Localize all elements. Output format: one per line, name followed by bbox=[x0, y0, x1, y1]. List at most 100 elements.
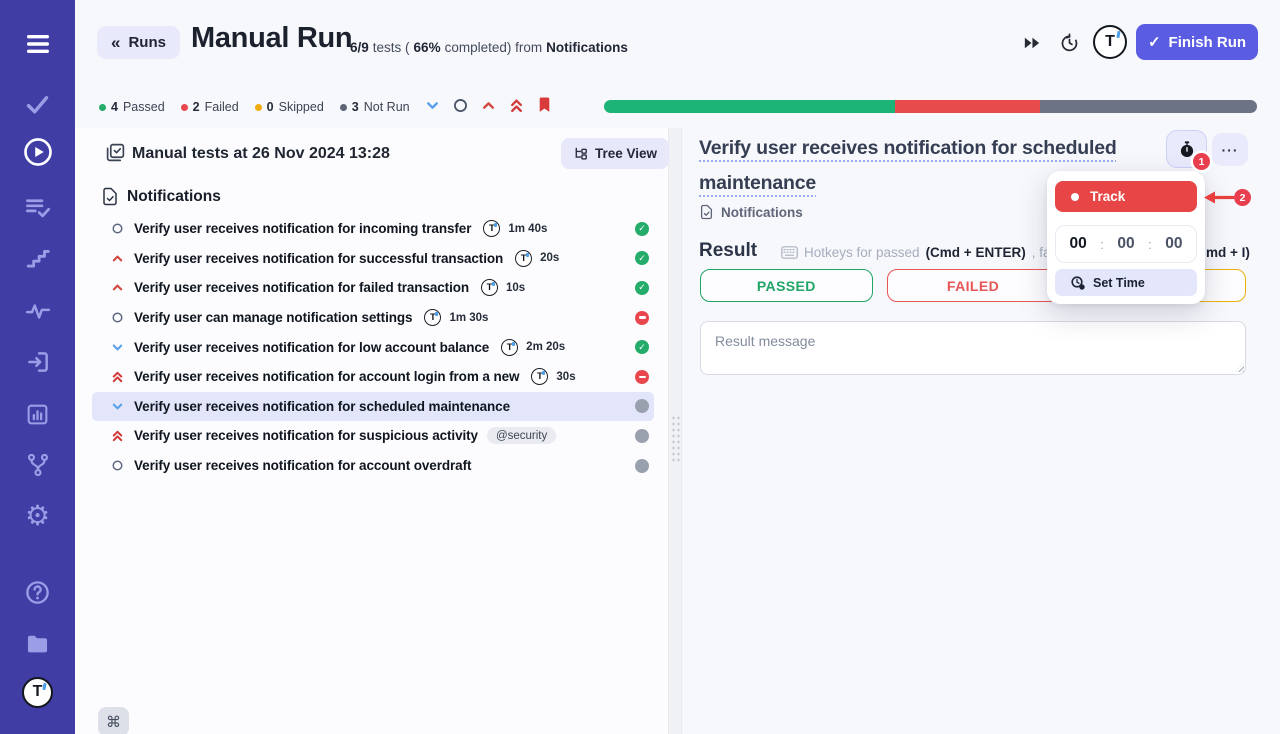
status-badge-notrun bbox=[635, 399, 649, 413]
result-message-input[interactable] bbox=[700, 321, 1246, 375]
status-badge-passed bbox=[635, 281, 649, 295]
test-row[interactable]: Verify user can manage notification sett… bbox=[92, 303, 654, 333]
sidebar-branch-icon[interactable] bbox=[0, 449, 75, 481]
sidebar-bar-chart-icon[interactable] bbox=[0, 398, 75, 430]
back-to-runs-button[interactable]: « Runs bbox=[97, 26, 180, 59]
test-title: Verify user receives notification for sc… bbox=[134, 399, 510, 414]
sidebar-menu-icon[interactable] bbox=[0, 28, 75, 60]
source-suite: Notifications bbox=[546, 40, 628, 55]
annotation-badge-2: 2 bbox=[1234, 189, 1251, 206]
filter-double-chevron-up-icon[interactable] bbox=[508, 97, 524, 113]
filter-circle-icon[interactable] bbox=[452, 97, 468, 113]
minutes-input[interactable]: 00 bbox=[1117, 235, 1134, 253]
testomat-logo-icon: T bbox=[515, 250, 532, 267]
test-row[interactable]: Verify user receives notification for su… bbox=[92, 244, 654, 274]
command-key-button[interactable]: ⌘ bbox=[98, 707, 129, 734]
test-title: Verify user receives notification for su… bbox=[134, 428, 478, 443]
keyboard-icon bbox=[781, 246, 798, 259]
status-dot-icon bbox=[255, 104, 262, 111]
status-dot-icon bbox=[181, 104, 188, 111]
hours-input[interactable]: 00 bbox=[1070, 235, 1087, 253]
test-row[interactable]: Verify user receives notification for in… bbox=[92, 214, 654, 244]
file-check-icon bbox=[102, 187, 118, 211]
summary-item: 4Passed bbox=[99, 100, 165, 114]
test-row[interactable]: Verify user receives notification for ac… bbox=[92, 362, 654, 392]
test-title: Verify user receives notification for fa… bbox=[134, 280, 469, 295]
test-title: Verify user receives notification for in… bbox=[134, 221, 471, 236]
finish-run-button[interactable]: ✓ Finish Run bbox=[1136, 24, 1258, 60]
hotkeys-hint-tail: md + I) bbox=[1206, 245, 1250, 260]
test-duration: 2m 20s bbox=[526, 341, 565, 353]
record-dot-icon bbox=[1071, 193, 1079, 201]
priority-filters bbox=[424, 97, 552, 113]
result-heading: Result bbox=[699, 240, 757, 262]
sidebar-gear-icon[interactable]: ⚙ bbox=[0, 500, 75, 532]
priority-critical-icon bbox=[110, 429, 124, 443]
progress-segment-passed bbox=[604, 100, 895, 113]
testomat-logo-icon: T bbox=[483, 220, 500, 237]
track-button[interactable]: Track bbox=[1055, 181, 1197, 212]
filter-bookmark-icon[interactable] bbox=[536, 97, 552, 113]
test-duration: 1m 40s bbox=[508, 223, 547, 235]
test-title: Verify user receives notification for su… bbox=[134, 251, 503, 266]
tests-count: 6/9 bbox=[350, 40, 369, 55]
test-duration: 10s bbox=[506, 282, 525, 294]
status-badge-notrun bbox=[635, 459, 649, 473]
panel-splitter[interactable] bbox=[668, 128, 682, 734]
testomat-logo-icon: T bbox=[531, 368, 548, 385]
filter-chevron-up-icon[interactable] bbox=[480, 97, 496, 113]
sidebar-steps-icon[interactable] bbox=[0, 243, 75, 275]
suite-group-label: Notifications bbox=[127, 188, 221, 206]
tree-view-button[interactable]: Tree View bbox=[561, 138, 669, 169]
fast-forward-icon[interactable] bbox=[1017, 29, 1045, 57]
status-badge-failed bbox=[635, 311, 649, 325]
annotation-badge-1: 1 bbox=[1193, 153, 1210, 170]
sidebar-check-icon[interactable] bbox=[0, 88, 75, 120]
summary-item: 0Skipped bbox=[255, 100, 324, 114]
annotation-arrow-icon bbox=[1204, 190, 1234, 210]
status-badge-passed bbox=[635, 340, 649, 354]
test-list: Verify user receives notification for in… bbox=[92, 214, 654, 480]
hotkeys-hint: Hotkeys for passed (Cmd + ENTER) , faile… bbox=[781, 245, 1071, 260]
set-time-button[interactable]: Set Time bbox=[1055, 269, 1197, 296]
passed-button[interactable]: PASSED bbox=[700, 269, 873, 302]
timer-popup: Track 00 : 00 : 00 Set Time bbox=[1047, 171, 1205, 304]
status-dot-icon bbox=[99, 104, 106, 111]
failed-button[interactable]: FAILED bbox=[887, 269, 1060, 302]
checklist-icon bbox=[105, 142, 126, 168]
priority-normal-icon bbox=[110, 222, 124, 236]
sidebar-activity-icon[interactable] bbox=[0, 295, 75, 327]
test-row[interactable]: Verify user receives notification for fa… bbox=[92, 273, 654, 303]
sidebar-list-check-icon[interactable] bbox=[0, 191, 75, 223]
filter-chevron-down-icon[interactable] bbox=[424, 97, 440, 113]
sidebar-folder-icon[interactable] bbox=[0, 628, 75, 660]
test-title: Verify user receives notification for ac… bbox=[134, 369, 519, 384]
time-input-group: 00 : 00 : 00 bbox=[1055, 225, 1197, 263]
test-duration: 30s bbox=[556, 371, 575, 383]
test-row[interactable]: Verify user receives notification for sc… bbox=[92, 392, 654, 422]
priority-high-icon bbox=[110, 251, 124, 265]
clock-gear-icon bbox=[1071, 276, 1085, 290]
percent-completed: 66% bbox=[414, 40, 441, 55]
run-progress-summary: 6/9 tests ( 66% completed) from Notifica… bbox=[350, 40, 628, 55]
priority-critical-icon bbox=[110, 370, 124, 384]
seconds-input[interactable]: 00 bbox=[1165, 235, 1182, 253]
test-row[interactable]: Verify user receives notification for lo… bbox=[92, 332, 654, 362]
sidebar-logo-icon[interactable]: T bbox=[0, 676, 75, 708]
progress-segment-failed bbox=[895, 100, 1040, 113]
test-row[interactable]: Verify user receives notification for su… bbox=[92, 421, 654, 451]
more-options-button[interactable]: ··· bbox=[1212, 133, 1248, 166]
splitter-grip-icon[interactable] bbox=[671, 415, 680, 463]
sidebar-play-circle-icon[interactable] bbox=[0, 136, 75, 168]
testomat-logo-icon[interactable]: T bbox=[1093, 25, 1127, 59]
status-badge-notrun bbox=[635, 429, 649, 443]
sidebar-help-icon[interactable] bbox=[0, 576, 75, 608]
status-badge-failed bbox=[635, 370, 649, 384]
test-row[interactable]: Verify user receives notification for ac… bbox=[92, 451, 654, 481]
timer-history-icon[interactable] bbox=[1055, 28, 1083, 56]
app-sidebar: ⚙T bbox=[0, 0, 75, 734]
sidebar-import-icon[interactable] bbox=[0, 346, 75, 378]
file-check-icon bbox=[700, 204, 713, 220]
back-chevron-icon: « bbox=[111, 33, 120, 53]
test-title: Verify user can manage notification sett… bbox=[134, 310, 412, 325]
